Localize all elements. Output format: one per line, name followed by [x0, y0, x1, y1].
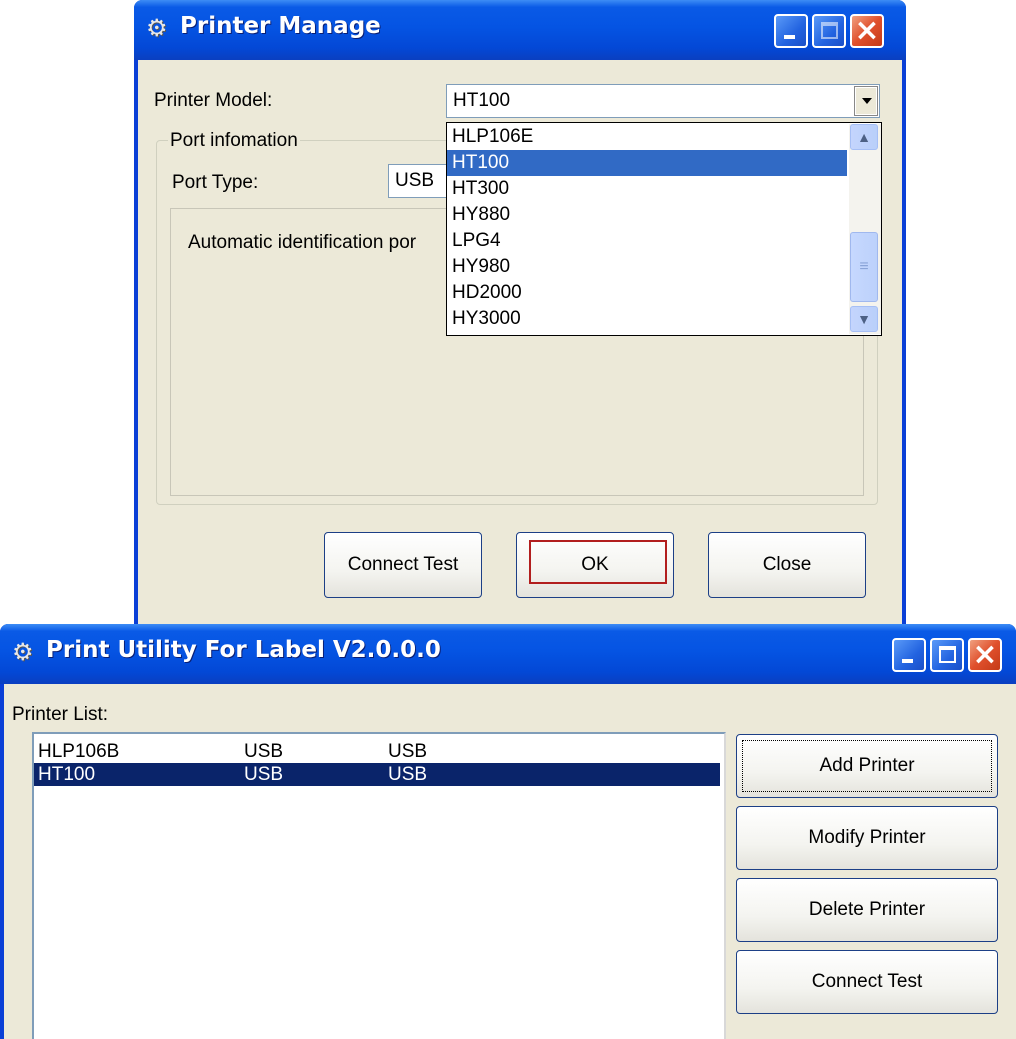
printer-model-select[interactable]: HT100 — [446, 84, 880, 118]
port-information-legend: Port infomation — [168, 130, 300, 152]
modify-printer-button[interactable]: Modify Printer — [736, 806, 998, 870]
printer-list-row[interactable]: HT100 USB USB — [34, 763, 720, 786]
printer-model-dropdown-list[interactable]: HLP106E HT100 HT300 HY880 LPG4 HY980 HD2000 HY3… — [446, 122, 882, 336]
close-window-button[interactable]: × — [850, 14, 884, 48]
close-icon: × — [972, 637, 998, 672]
close-window-button[interactable]: × — [968, 638, 1002, 672]
dropdown-scrollbar[interactable]: ▲ ▼ — [849, 124, 881, 334]
dropdown-option[interactable]: HD2000 — [447, 280, 847, 306]
dropdown-option[interactable]: HY3000 — [447, 306, 847, 332]
chevron-down-icon[interactable] — [854, 86, 878, 116]
printer-list-row[interactable]: HLP106B USB USB — [34, 740, 720, 763]
dropdown-option[interactable]: HLP106E — [447, 124, 847, 150]
minimize-icon — [902, 659, 913, 663]
delete-printer-button[interactable]: Delete Printer — [736, 878, 998, 942]
scroll-down-icon[interactable]: ▼ — [850, 306, 878, 332]
port-type-label: Port Type: — [172, 172, 259, 193]
dropdown-option[interactable]: HY880 — [447, 202, 847, 228]
maximize-button[interactable] — [812, 14, 846, 48]
ok-focus-ring — [529, 540, 667, 584]
scroll-thumb[interactable] — [850, 232, 878, 302]
dropdown-option[interactable]: HT100 — [447, 150, 847, 176]
minimize-button[interactable] — [892, 638, 926, 672]
printer-manage-client: Printer Model: HT100 Port infomation Por… — [138, 60, 902, 630]
print-utility-titlebar[interactable]: ⚙ Print Utility For Label V2.0.0.0 × — [0, 624, 1016, 684]
print-utility-title: Print Utility For Label V2.0.0.0 — [46, 637, 441, 663]
connect-test-button[interactable]: Connect Test — [324, 532, 482, 598]
printer-type-cell: USB — [388, 764, 428, 785]
printer-port-cell: USB — [244, 741, 284, 762]
printer-name-cell: HT100 — [38, 764, 96, 785]
dropdown-option[interactable]: HY980 — [447, 254, 847, 280]
printer-model-value: HT100 — [453, 90, 511, 111]
minimize-icon — [784, 35, 795, 39]
print-utility-window: ⚙ Print Utility For Label V2.0.0.0 × Pri… — [0, 624, 1016, 1039]
connect-test-button[interactable]: Connect Test — [736, 950, 998, 1014]
printer-list-label: Printer List: — [12, 704, 109, 725]
port-type-value: USB — [395, 170, 435, 191]
dropdown-option[interactable]: HT300 — [447, 176, 847, 202]
maximize-button[interactable] — [930, 638, 964, 672]
gear-icon: ⚙ — [12, 639, 34, 666]
auto-identification-text: Automatic identification por — [188, 232, 417, 253]
printer-list[interactable]: HLP106B USB USB HT100 USB USB — [32, 732, 726, 1039]
printer-name-cell: HLP106B — [38, 741, 120, 762]
dropdown-option[interactable]: LPG4 — [447, 228, 847, 254]
gear-icon: ⚙ — [146, 15, 168, 42]
close-button[interactable]: Close — [708, 532, 866, 598]
maximize-icon — [939, 646, 956, 663]
printer-manage-window: ⚙ Printer Manage × Printer Model: HT100 … — [134, 0, 906, 630]
minimize-button[interactable] — [774, 14, 808, 48]
printer-model-label: Printer Model: — [154, 90, 273, 111]
scroll-up-icon[interactable]: ▲ — [850, 124, 878, 150]
printer-manage-title: Printer Manage — [180, 13, 381, 39]
close-icon: × — [854, 13, 880, 48]
add-printer-focus-ring — [742, 740, 992, 792]
printer-manage-titlebar[interactable]: ⚙ Printer Manage × — [134, 0, 906, 60]
maximize-icon — [821, 22, 838, 39]
printer-type-cell: USB — [388, 741, 428, 762]
printer-port-cell: USB — [244, 764, 284, 785]
print-utility-client: Printer List: HLP106B USB USB HT100 USB USB A… — [4, 684, 1016, 1039]
